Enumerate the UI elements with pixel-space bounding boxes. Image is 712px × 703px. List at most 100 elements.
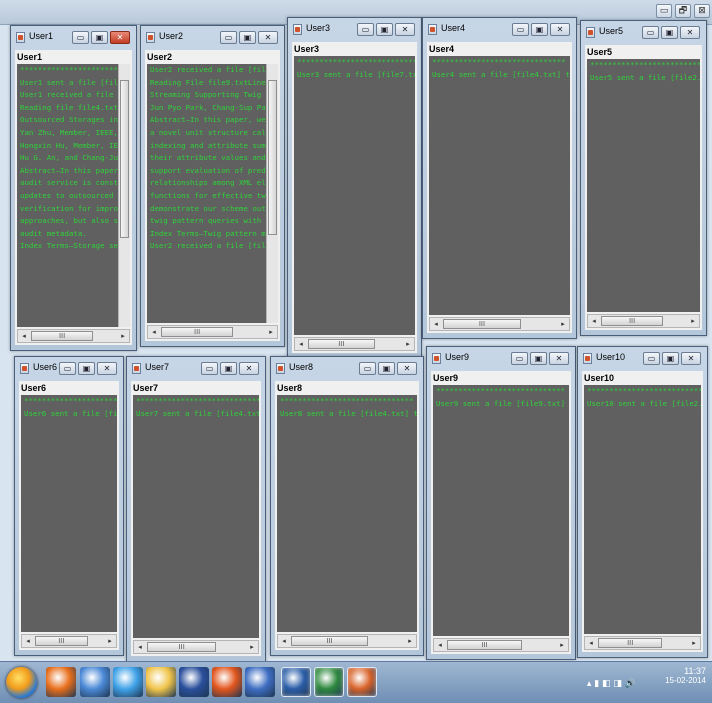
maximize-icon[interactable]: ▣ bbox=[662, 352, 679, 365]
scroll-left-icon[interactable]: ◂ bbox=[22, 635, 34, 647]
window-w9[interactable]: User9 ▭ ▣ ✕ User9 ***************************… bbox=[426, 346, 576, 660]
horizontal-scroll-thumb[interactable]: III bbox=[35, 636, 88, 646]
horizontal-scrollbar[interactable]: ◂ III ▸ bbox=[21, 634, 117, 648]
desktop-close-button[interactable]: ⊠ bbox=[694, 4, 710, 18]
file-explorer-icon[interactable] bbox=[146, 667, 176, 697]
minimize-icon[interactable]: ▭ bbox=[511, 352, 528, 365]
java-icon[interactable] bbox=[347, 667, 377, 697]
message-log[interactable]: **************************** User7 sent a… bbox=[133, 395, 259, 638]
scroll-left-icon[interactable]: ◂ bbox=[295, 338, 307, 350]
maximize-icon[interactable]: ▣ bbox=[239, 31, 256, 44]
vertical-scroll-thumb[interactable] bbox=[268, 80, 277, 236]
messenger-icon[interactable] bbox=[179, 667, 209, 697]
close-icon[interactable]: ✕ bbox=[550, 23, 570, 36]
scroll-left-icon[interactable]: ◂ bbox=[585, 637, 597, 649]
start-button[interactable] bbox=[6, 667, 37, 698]
horizontal-scrollbar[interactable]: ◂ III ▸ bbox=[147, 325, 278, 339]
scroll-right-icon[interactable]: ▸ bbox=[246, 641, 258, 653]
maximize-icon[interactable]: ▣ bbox=[661, 26, 678, 39]
scroll-right-icon[interactable]: ▸ bbox=[688, 637, 700, 649]
horizontal-scrollbar[interactable]: ◂ III ▸ bbox=[587, 314, 700, 328]
scroll-right-icon[interactable]: ▸ bbox=[402, 338, 414, 350]
horizontal-scrollbar[interactable]: ◂ III ▸ bbox=[294, 337, 415, 351]
close-icon[interactable]: ✕ bbox=[397, 362, 417, 375]
horizontal-scroll-thumb[interactable]: III bbox=[308, 339, 375, 349]
window-w2[interactable]: User2 ▭▣✕ User2 User2 received a file [file… bbox=[140, 25, 285, 347]
window-titlebar[interactable]: User8 ▭ ▣ ✕ bbox=[271, 357, 423, 381]
horizontal-scroll-thumb[interactable]: III bbox=[147, 642, 217, 652]
scroll-left-icon[interactable]: ◂ bbox=[434, 639, 446, 651]
firefox-icon[interactable] bbox=[212, 667, 242, 697]
scroll-right-icon[interactable]: ▸ bbox=[556, 639, 568, 651]
scroll-left-icon[interactable]: ◂ bbox=[18, 330, 30, 342]
horizontal-scroll-thumb[interactable]: III bbox=[601, 316, 664, 326]
horizontal-scroll-thumb[interactable]: III bbox=[31, 331, 94, 341]
window-titlebar[interactable]: User4 ▭ ▣ ✕ bbox=[423, 18, 576, 42]
minimize-icon[interactable]: ▭ bbox=[201, 362, 218, 375]
horizontal-scroll-thumb[interactable]: III bbox=[598, 638, 663, 648]
window-titlebar[interactable]: User9 ▭ ▣ ✕ bbox=[427, 347, 575, 371]
window-w6[interactable]: User6 ▭ ▣ ✕ User6 ********************** User6… bbox=[14, 356, 124, 656]
app-window-icon[interactable] bbox=[314, 667, 344, 697]
close-icon[interactable]: ✕ bbox=[110, 31, 130, 44]
message-log[interactable]: *************************** User3 sent a … bbox=[294, 56, 415, 335]
message-log[interactable]: ****************************** User8 sent… bbox=[277, 395, 417, 632]
horizontal-scrollbar[interactable]: ◂ III ▸ bbox=[433, 638, 569, 652]
minimize-icon[interactable]: ▭ bbox=[512, 23, 529, 36]
horizontal-scroll-thumb[interactable]: III bbox=[447, 640, 523, 650]
desktop-restore-button[interactable]: 🗗 bbox=[675, 4, 691, 18]
scroll-left-icon[interactable]: ◂ bbox=[430, 318, 442, 330]
minimize-icon[interactable]: ▭ bbox=[59, 362, 76, 375]
maximize-icon[interactable]: ▣ bbox=[78, 362, 95, 375]
tray-icons[interactable]: ▴ ▮ ◧ ◨ 🔊 bbox=[587, 679, 636, 689]
maximize-icon[interactable]: ▣ bbox=[530, 352, 547, 365]
network-icon[interactable] bbox=[80, 667, 110, 697]
window-w7[interactable]: User7 ▭ ▣ ✕ User7 ***************************… bbox=[126, 356, 266, 662]
maximize-icon[interactable]: ▣ bbox=[220, 362, 237, 375]
window-titlebar[interactable]: User7 ▭ ▣ ✕ bbox=[127, 357, 265, 381]
maximize-icon[interactable]: ▣ bbox=[376, 23, 393, 36]
vertical-scroll-thumb[interactable] bbox=[120, 80, 129, 238]
horizontal-scroll-thumb[interactable]: III bbox=[443, 319, 521, 329]
maximize-icon[interactable]: ▣ bbox=[91, 31, 108, 44]
close-icon[interactable]: ✕ bbox=[549, 352, 569, 365]
window-w1[interactable]: User1 ▭ ▣ ✕ User1 *********************** User… bbox=[10, 25, 137, 351]
close-icon[interactable]: ✕ bbox=[681, 352, 701, 365]
window-titlebar[interactable]: User10 ▭ ▣ ✕ bbox=[578, 347, 707, 371]
close-icon[interactable]: ✕ bbox=[395, 23, 415, 36]
minimize-icon[interactable]: ▭ bbox=[643, 352, 660, 365]
internet-explorer-icon[interactable] bbox=[113, 667, 143, 697]
window-w8[interactable]: User8 ▭ ▣ ✕ User8 ***************************… bbox=[270, 356, 424, 656]
horizontal-scrollbar[interactable]: ◂ III ▸ bbox=[429, 317, 570, 331]
window-titlebar[interactable]: User1 ▭ ▣ ✕ bbox=[11, 26, 136, 50]
scroll-right-icon[interactable]: ▸ bbox=[404, 635, 416, 647]
close-icon[interactable]: ✕ bbox=[97, 362, 117, 375]
minimize-icon[interactable]: ▭ bbox=[220, 31, 237, 44]
maximize-icon[interactable]: ▣ bbox=[378, 362, 395, 375]
maximize-icon[interactable]: ▣ bbox=[531, 23, 548, 36]
message-log[interactable]: *************************** User10 sent a… bbox=[584, 385, 701, 634]
window-titlebar[interactable]: User3 ▭ ▣ ✕ bbox=[288, 18, 421, 42]
scroll-right-icon[interactable]: ▸ bbox=[104, 635, 116, 647]
horizontal-scroll-thumb[interactable]: III bbox=[291, 636, 369, 646]
message-log[interactable]: User2 received a file [file4. Reading Fil… bbox=[147, 64, 266, 323]
message-log[interactable]: ***************************** User9 sent … bbox=[433, 385, 569, 636]
netbeans-icon[interactable] bbox=[281, 667, 311, 697]
window-w4[interactable]: User4 ▭ ▣ ✕ User4 ***************************… bbox=[422, 17, 577, 339]
scroll-right-icon[interactable]: ▸ bbox=[265, 326, 277, 338]
horizontal-scrollbar[interactable]: ◂ III ▸ bbox=[277, 634, 417, 648]
media-player-icon[interactable] bbox=[46, 667, 76, 697]
scroll-right-icon[interactable]: ▸ bbox=[557, 318, 569, 330]
window-titlebar[interactable]: User6 ▭ ▣ ✕ bbox=[15, 357, 123, 381]
minimize-icon[interactable]: ▭ bbox=[72, 31, 89, 44]
word-icon[interactable] bbox=[245, 667, 275, 697]
horizontal-scrollbar[interactable]: ◂ III ▸ bbox=[133, 640, 259, 654]
close-icon[interactable]: ✕ bbox=[239, 362, 259, 375]
scroll-left-icon[interactable]: ◂ bbox=[134, 641, 146, 653]
desktop-minimize-button[interactable]: ▭ bbox=[656, 4, 672, 18]
message-log[interactable]: *********************** User1 sent a file… bbox=[17, 64, 118, 327]
window-w10[interactable]: User10 ▭ ▣ ✕ User10 *************************… bbox=[577, 346, 708, 658]
message-log[interactable]: ***************************** User5 sent … bbox=[587, 59, 700, 312]
minimize-icon[interactable]: ▭ bbox=[642, 26, 659, 39]
window-w3[interactable]: User3 ▭ ▣ ✕ User3 ***************************… bbox=[287, 17, 422, 359]
